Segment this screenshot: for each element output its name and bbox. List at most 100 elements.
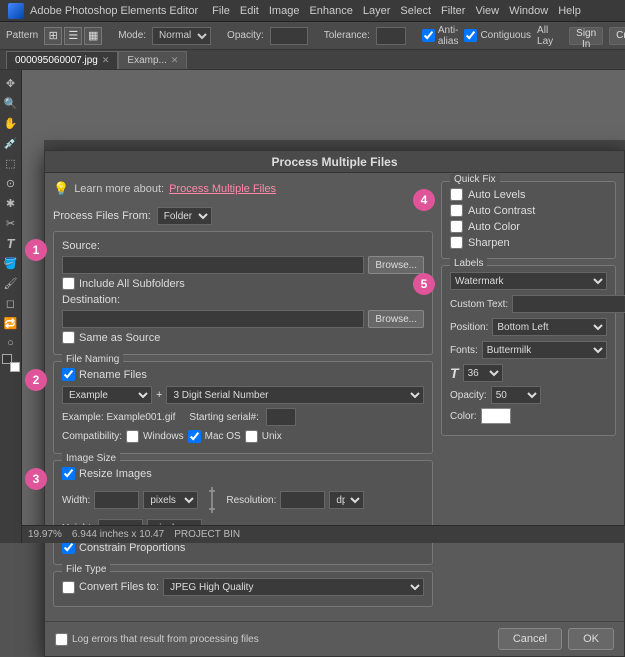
ok-button[interactable]: OK [568, 628, 614, 650]
width-unit-select[interactable]: pixels [143, 491, 198, 509]
tab2-close-icon[interactable]: ✕ [171, 55, 179, 66]
lasso-tool-icon[interactable]: ⊙ [2, 174, 20, 192]
anti-alias-row[interactable]: Anti-alias [422, 25, 459, 47]
grid-view-icon[interactable]: ⊞ [44, 27, 62, 45]
width-input[interactable]: 500 [94, 491, 139, 509]
labels-section: 5 Labels Watermark Custom [441, 265, 616, 436]
menu-image[interactable]: Image [269, 5, 300, 17]
menu-filter[interactable]: Filter [441, 5, 465, 17]
position-select[interactable]: Bottom Left [492, 318, 607, 336]
menu-window[interactable]: Window [509, 5, 548, 17]
macos-checkbox[interactable] [188, 430, 201, 443]
crop-tool-icon[interactable]: ✂ [2, 214, 20, 232]
resolution-unit-select[interactable]: dpi [329, 491, 364, 509]
auto-contrast-checkbox[interactable] [450, 204, 463, 217]
dest-input-row[interactable]: ktop:untitled folder:Example:Example Bat… [62, 310, 424, 328]
auto-levels-checkbox[interactable] [450, 188, 463, 201]
file-naming-box: File Naming Rename Files Example + [53, 361, 433, 454]
color-swatch[interactable] [481, 408, 511, 424]
auto-color-checkbox[interactable] [450, 220, 463, 233]
tab-image1[interactable]: 000095060007.jpg ✕ [6, 51, 118, 69]
dodge-burn-icon[interactable]: ○ [2, 334, 20, 352]
type-tool-icon[interactable]: T [2, 234, 20, 252]
starting-serial-input[interactable]: 1 [266, 408, 296, 426]
naming-select-2[interactable]: 3 Digit Serial Number [166, 386, 424, 404]
include-subfolders-row[interactable]: Include All Subfolders [62, 277, 424, 290]
auto-contrast-row[interactable]: Auto Contrast [450, 204, 607, 217]
menu-file[interactable]: File [212, 5, 230, 17]
menu-help[interactable]: Help [558, 5, 581, 17]
process-from-select[interactable]: Folder [157, 207, 212, 225]
browse-source-button[interactable]: Browse... [368, 256, 424, 274]
convert-files-select[interactable]: JPEG High Quality [163, 578, 424, 596]
magic-wand-icon[interactable]: ✱ [2, 194, 20, 212]
contiguous-checkbox[interactable] [464, 29, 477, 42]
eyedropper-icon[interactable]: 💉 [2, 134, 20, 152]
eraser-icon[interactable]: ◻ [2, 294, 20, 312]
zoom-tool-icon[interactable]: 🔍 [2, 94, 20, 112]
same-as-source-row[interactable]: Same as Source [62, 331, 424, 344]
list-view-icon[interactable]: ☰ [64, 27, 82, 45]
auto-color-label: Auto Color [468, 221, 520, 233]
process-multiple-files-dialog: Process Multiple Files 💡 Learn more abou… [44, 150, 625, 657]
tab1-close-icon[interactable]: ✕ [102, 55, 110, 66]
browse-dest-button[interactable]: Browse... [368, 310, 424, 328]
sharpen-row[interactable]: Sharpen [450, 236, 607, 249]
include-subfolders-checkbox[interactable] [62, 277, 75, 290]
project-bin-label: PROJECT BIN [174, 529, 240, 540]
same-as-source-checkbox[interactable] [62, 331, 75, 344]
font-select[interactable]: Buttermilk [482, 341, 607, 359]
font-size-select[interactable]: 36 [463, 364, 503, 382]
dest-path-input[interactable]: ktop:untitled folder:Example:Example Bat… [62, 310, 364, 328]
tolerance-input[interactable]: 32 [376, 27, 406, 45]
hand-tool-icon[interactable]: ✋ [2, 114, 20, 132]
auto-levels-row[interactable]: Auto Levels [450, 188, 607, 201]
resize-images-checkbox[interactable] [62, 467, 75, 480]
resolution-input[interactable]: 72 [280, 491, 325, 509]
learn-more-link[interactable]: Process Multiple Files [169, 183, 276, 195]
detail-view-icon[interactable]: ▦ [84, 27, 102, 45]
create-button[interactable]: Create [609, 27, 625, 45]
paint-bucket-icon[interactable]: 🪣 [2, 254, 20, 272]
unix-checkbox[interactable] [245, 430, 258, 443]
sign-in-button[interactable]: Sign In [569, 27, 603, 45]
source-path-input[interactable]: rs:kaelahbee:Desktop:untitled folder:Exa… [62, 256, 364, 274]
convert-files-checkbox[interactable] [62, 581, 75, 594]
stamp-icon[interactable]: 🔁 [2, 314, 20, 332]
mode-select[interactable]: Normal [152, 27, 211, 45]
custom-text-input[interactable]: Kaelah Bee [512, 295, 625, 313]
selection-tool-icon[interactable]: ⬚ [2, 154, 20, 172]
all-layers-label: All Lay [537, 25, 553, 47]
rename-files-checkbox[interactable] [62, 368, 75, 381]
log-errors-row[interactable]: Log errors that result from processing f… [55, 633, 259, 646]
naming-select-1[interactable]: Example [62, 386, 152, 404]
menu-select[interactable]: Select [400, 5, 431, 17]
labels-section-label: Labels [450, 258, 487, 269]
foreground-bg-icon[interactable] [2, 354, 20, 372]
move-tool-icon[interactable]: ✥ [2, 74, 20, 92]
source-input-row[interactable]: rs:kaelahbee:Desktop:untitled folder:Exa… [62, 256, 424, 274]
tab-image2[interactable]: Examp... ✕ [118, 51, 187, 69]
sharpen-checkbox[interactable] [450, 236, 463, 249]
menu-view[interactable]: View [475, 5, 499, 17]
resize-images-row[interactable]: Resize Images [62, 467, 424, 480]
rename-files-row[interactable]: Rename Files [62, 368, 424, 381]
brush-tool-icon[interactable]: 🖌 [2, 274, 20, 292]
position-label: Position: [450, 322, 488, 333]
dialog-overlay: Process Multiple Files 💡 Learn more abou… [44, 140, 625, 543]
auto-color-row[interactable]: Auto Color [450, 220, 607, 233]
watermark-select-row[interactable]: Watermark [450, 272, 607, 290]
contiguous-row[interactable]: Contiguous [464, 29, 531, 42]
app-icon [8, 3, 24, 19]
cancel-button[interactable]: Cancel [498, 628, 562, 650]
convert-files-row[interactable]: Convert Files to: JPEG High Quality [62, 578, 424, 596]
opacity-input[interactable]: 100% [270, 27, 308, 45]
menu-enhance[interactable]: Enhance [309, 5, 352, 17]
anti-alias-checkbox[interactable] [422, 29, 435, 42]
windows-checkbox[interactable] [126, 430, 139, 443]
opacity-select[interactable]: 50 [491, 386, 541, 404]
watermark-select[interactable]: Watermark [450, 272, 607, 290]
menu-layer[interactable]: Layer [363, 5, 391, 17]
menu-edit[interactable]: Edit [240, 5, 259, 17]
log-errors-checkbox[interactable] [55, 633, 68, 646]
